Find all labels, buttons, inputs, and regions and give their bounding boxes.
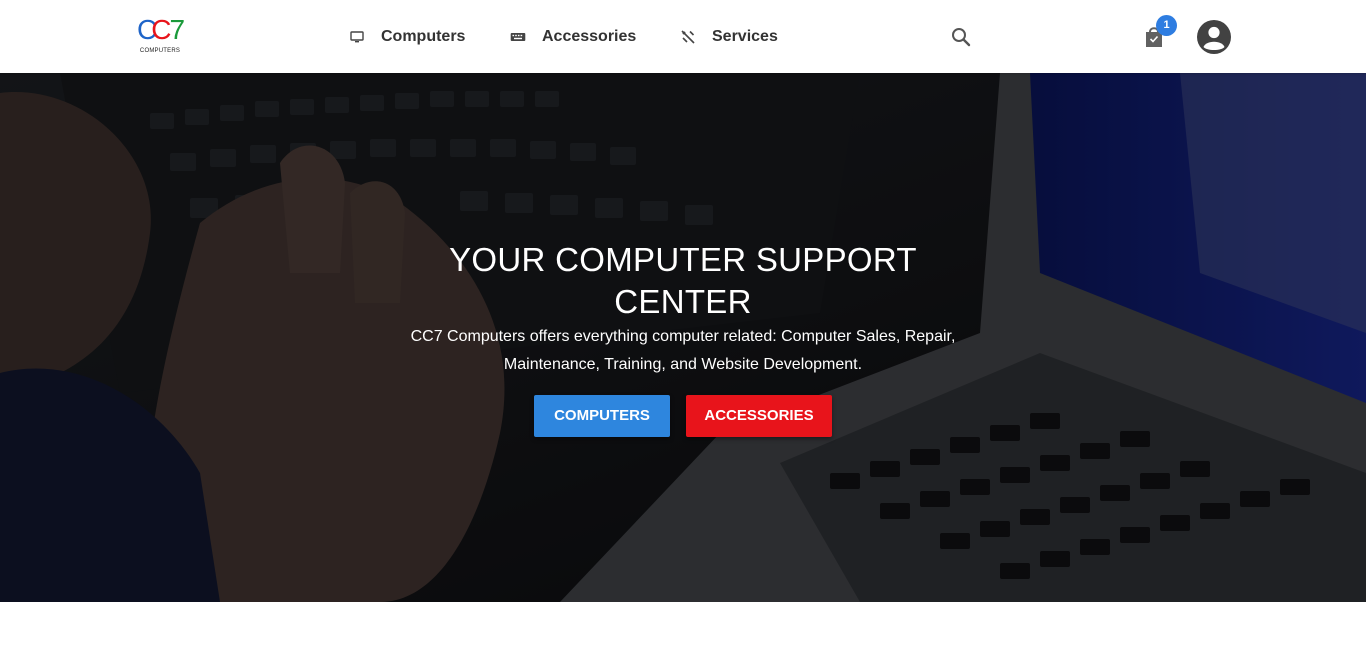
hero-banner: YOUR COMPUTER SUPPORT CENTER CC7 Compute…	[0, 73, 1366, 602]
nav-computers[interactable]: Computers	[349, 24, 465, 50]
brand-logo[interactable]: CC7 COMPUTERS	[137, 13, 185, 59]
account-circle-icon[interactable]	[1196, 19, 1232, 55]
tools-icon	[680, 29, 696, 45]
nav-accessories-label: Accessories	[542, 28, 637, 45]
site-header: CC7 COMPUTERS Computers Accessories Serv…	[0, 0, 1366, 73]
logo-mark: CC7	[137, 14, 185, 45]
search-icon[interactable]	[950, 26, 972, 48]
nav-services-label: Services	[712, 28, 778, 45]
computers-button[interactable]: COMPUTERS	[534, 395, 670, 437]
cart-count-badge: 1	[1156, 15, 1177, 36]
keyboard-icon	[510, 29, 526, 45]
nav-services[interactable]: Services	[680, 24, 778, 50]
accessories-button[interactable]: ACCESSORIES	[686, 395, 832, 437]
nav-accessories[interactable]: Accessories	[510, 24, 636, 50]
nav-computers-label: Computers	[381, 28, 466, 45]
logo-subtext: COMPUTERS	[139, 48, 181, 54]
page-content-area	[0, 602, 1366, 656]
hero-title: YOUR COMPUTER SUPPORT CENTER	[449, 241, 917, 320]
hero-subtitle: CC7 Computers offers everything computer…	[410, 328, 956, 373]
monitor-icon	[349, 29, 365, 45]
